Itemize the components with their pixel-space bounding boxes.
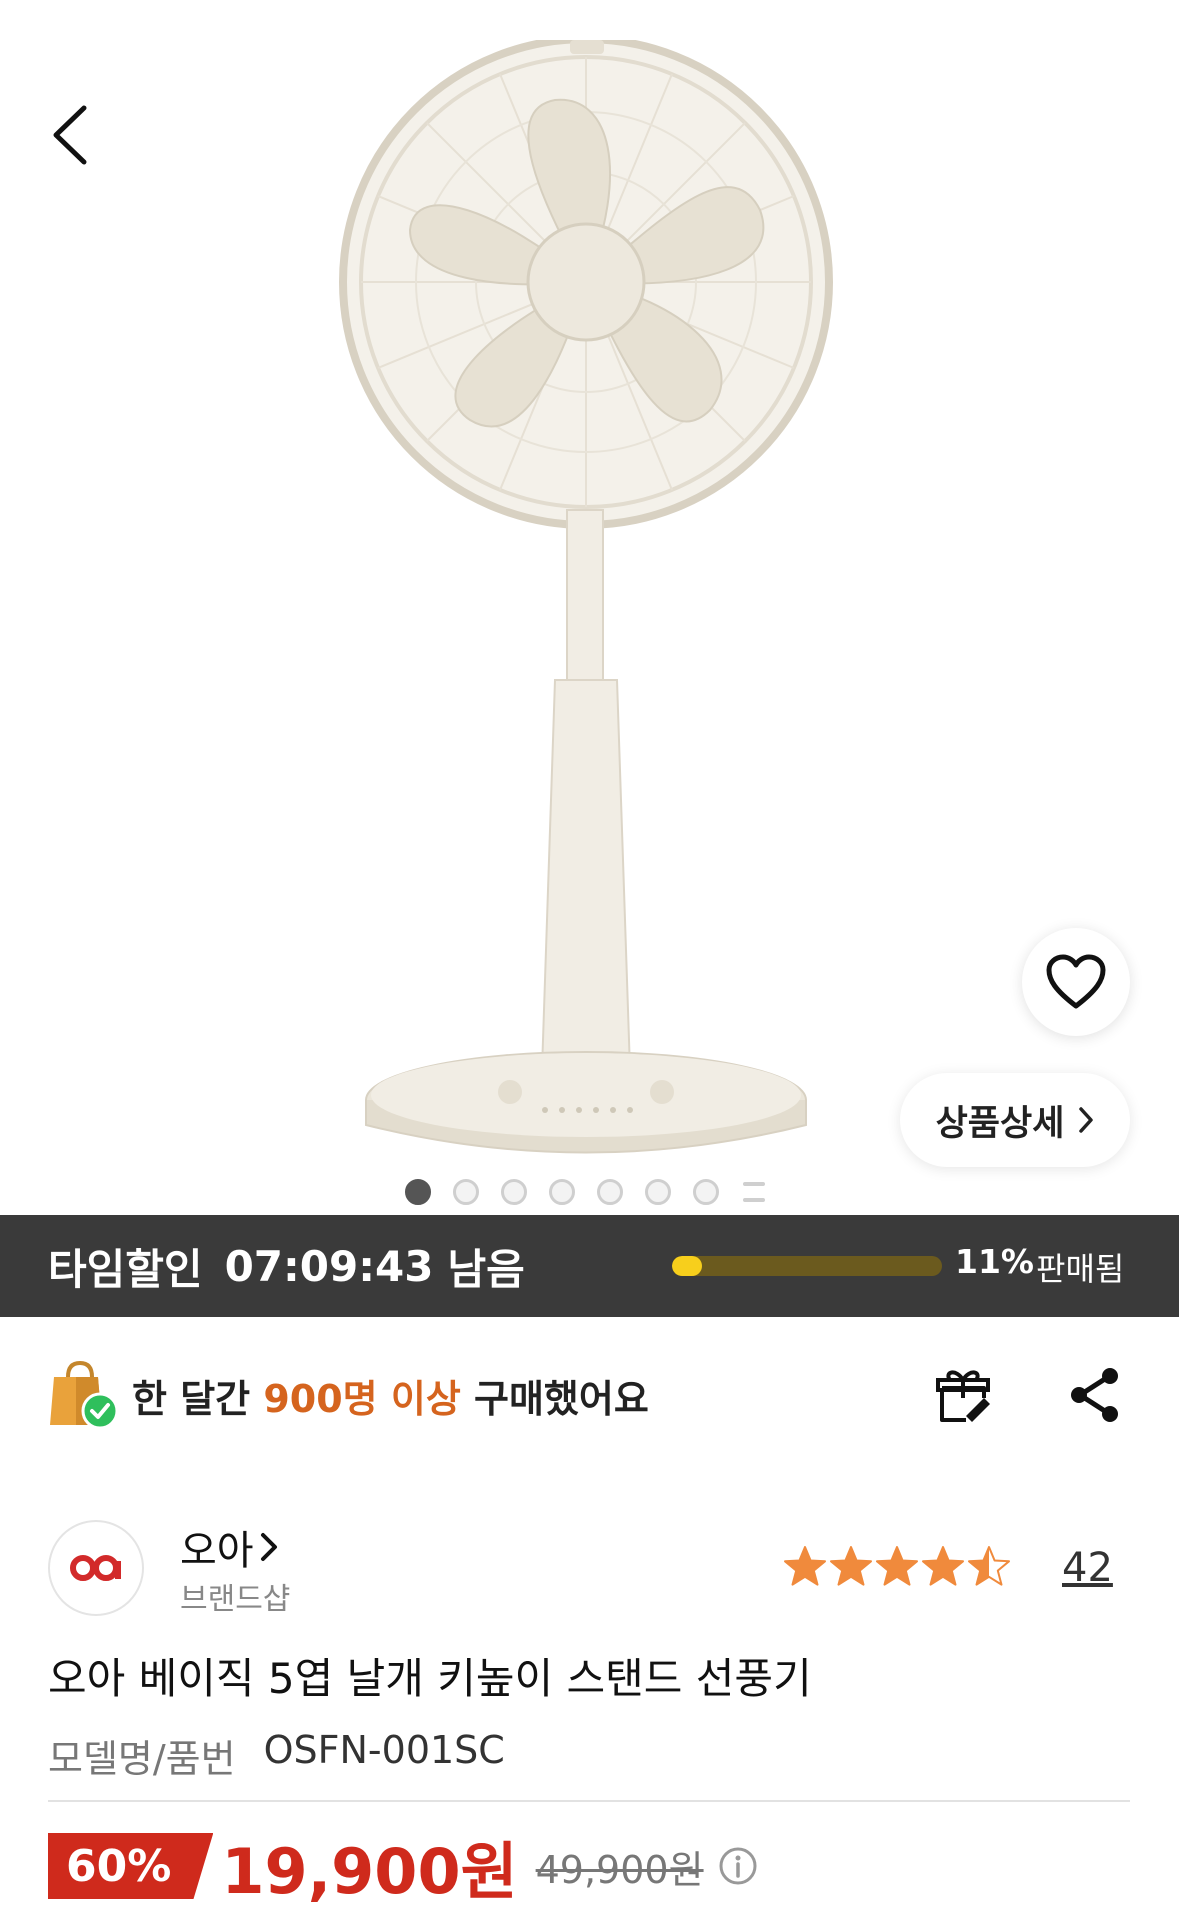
- sold-label: 판매됨: [1036, 1250, 1125, 1288]
- time-sale-label: 타임할인: [48, 1244, 203, 1294]
- oa-logo-icon: [70, 1555, 121, 1581]
- model-label: 모델명/품번: [48, 1737, 236, 1781]
- time-sale-countdown: 07:09:43: [224, 1241, 434, 1291]
- time-sale-bar: 타임할인 07:09:43 남음 11% 판매됨: [0, 1215, 1179, 1317]
- sale-price: 19,900원: [221, 1835, 518, 1908]
- info-icon[interactable]: [718, 1846, 758, 1886]
- carousel-indicator: [405, 1177, 767, 1207]
- chevron-right-icon: [260, 1533, 277, 1561]
- chevron-right-icon: [1079, 1107, 1094, 1133]
- product-image-carousel[interactable]: 상품상세: [0, 0, 1179, 1215]
- carousel-dot[interactable]: [453, 1179, 479, 1205]
- brand-shop-label: 브랜드샵: [180, 1582, 291, 1617]
- brand-logo[interactable]: [48, 1520, 144, 1616]
- shopping-bag-check-icon: [50, 1360, 118, 1430]
- carousel-dot[interactable]: [501, 1179, 527, 1205]
- gift-icon: [936, 1370, 990, 1422]
- purchase-count-banner: 한 달간 900명 이상 구매했어요: [48, 1355, 649, 1435]
- divider: [48, 1800, 1130, 1802]
- carousel-dot[interactable]: [405, 1179, 431, 1205]
- carousel-more-icon[interactable]: [741, 1179, 767, 1205]
- discount-badge: 60%: [48, 1833, 214, 1899]
- back-button[interactable]: [40, 95, 100, 175]
- star-icon: [784, 1546, 826, 1586]
- rating-stars[interactable]: [783, 1545, 1011, 1587]
- original-price: 49,900원: [535, 1847, 704, 1892]
- share-button[interactable]: [1065, 1362, 1125, 1428]
- product-detail-label: 상품상세: [935, 1103, 1065, 1144]
- brand-name: 오아: [180, 1528, 254, 1574]
- carousel-dot[interactable]: [549, 1179, 575, 1205]
- review-count-link[interactable]: 42: [1062, 1545, 1113, 1591]
- star-icon: [968, 1546, 1010, 1586]
- carousel-dot[interactable]: [645, 1179, 671, 1205]
- model-value: OSFN-001SC: [263, 1728, 505, 1772]
- product-title: 오아 베이직 5엽 날개 키높이 스탠드 선풍기: [48, 1654, 812, 1703]
- chevron-left-icon: [53, 105, 87, 165]
- time-sale-remain-label: 남음: [447, 1244, 525, 1294]
- product-image-fan: [339, 40, 833, 1154]
- star-icon: [876, 1546, 918, 1586]
- wishlist-button[interactable]: [1022, 928, 1130, 1036]
- sold-progress-bar: [672, 1256, 942, 1276]
- sold-progress-fill: [672, 1256, 702, 1276]
- price-row: 60% 19,900원 49,900원: [48, 1830, 758, 1908]
- product-detail-button[interactable]: 상품상세: [900, 1073, 1130, 1167]
- heart-icon: [1046, 954, 1106, 1009]
- star-icon: [922, 1546, 964, 1586]
- share-icon: [1071, 1368, 1118, 1422]
- gift-button[interactable]: [930, 1362, 996, 1428]
- model-number-row: 모델명/품번 OSFN-001SC: [48, 1728, 505, 1783]
- brand-name-link[interactable]: 오아: [180, 1518, 278, 1576]
- carousel-dot[interactable]: [597, 1179, 623, 1205]
- sold-percent: 11%: [955, 1242, 1034, 1281]
- carousel-dot[interactable]: [693, 1179, 719, 1205]
- purchase-count-text: 한 달간 900명 이상 구매했어요: [132, 1376, 649, 1421]
- star-icon: [830, 1546, 872, 1586]
